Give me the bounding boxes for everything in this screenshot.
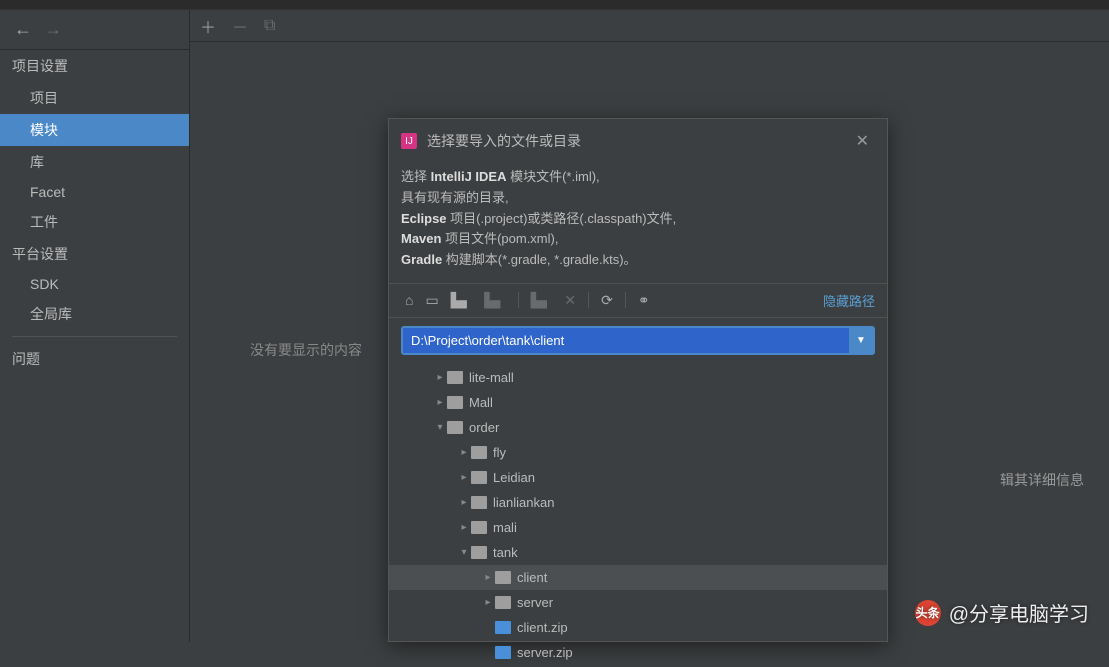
tree-label: mali [493,520,517,535]
sidebar-section-problems[interactable]: 问题 [0,343,189,375]
sidebar-item[interactable]: 模块 [0,114,189,146]
tree-row[interactable]: ▸ lianliankan [389,490,887,515]
folder-icon [471,446,487,459]
chevron-right-icon[interactable]: ▸ [457,472,471,483]
tree-row[interactable]: ▾ tank [389,540,887,565]
sidebar-item[interactable]: SDK [0,270,189,298]
sidebar-item[interactable]: 工件 [0,206,189,238]
home-icon[interactable]: ⌂ [401,290,417,310]
divider [12,336,177,337]
chevron-down-icon[interactable]: ▾ [433,422,447,433]
chevron-right-icon[interactable]: ▸ [433,397,447,408]
chevron-right-icon[interactable]: ▸ [481,572,495,583]
refresh-icon[interactable]: ⟳ [597,290,617,311]
folder-icon[interactable]: ▙▖ [447,290,477,311]
sidebar-item[interactable]: 项目 [0,82,189,114]
dialog-title: 选择要导入的文件或目录 [427,131,840,151]
tree-row[interactable]: ▸ Leidian [389,465,887,490]
empty-content-label: 没有要显示的内容 [250,340,362,360]
copy-icon[interactable]: ⧉ [264,17,275,35]
watermark: 头条 @分享电脑学习 [915,598,1089,627]
folder-icon [471,496,487,509]
detail-hint-label: 辑其详细信息 [1000,470,1084,490]
chevron-right-icon[interactable]: ▸ [457,497,471,508]
forward-arrow-icon[interactable]: → [38,15,68,44]
tree-label: order [469,420,499,435]
add-icon[interactable]: ＋ [200,14,216,38]
file-tree[interactable]: ▸ lite-mall ▸ Mall ▾ order ▸ fly ▸ Leidian ▸ lianli… [389,363,887,667]
tree-row[interactable]: server.zip [389,640,887,665]
import-dialog: IJ 选择要导入的文件或目录 ✕ 选择 IntelliJ IDEA 模块文件(*… [388,118,888,642]
tree-label: lianliankan [493,495,554,510]
tree-label: tank [493,545,518,560]
tree-label: Mall [469,395,493,410]
file-toolbar: ⌂ ▭ ▙▖ ▙▖ ▙▖ ✕ ⟳ ⚭ 隐藏路径 [389,283,887,318]
tree-row[interactable]: ▸ mali [389,515,887,540]
sidebar-section-project: 项目设置 [0,50,189,82]
folder-icon [471,521,487,534]
tree-row[interactable]: ▸ fly [389,440,887,465]
tree-label: lite-mall [469,370,514,385]
folder-icon [447,421,463,434]
close-icon[interactable]: ✕ [850,129,875,153]
folder-icon [471,471,487,484]
chevron-right-icon[interactable]: ▸ [457,447,471,458]
settings-sidebar: ← → 项目设置 项目模块库Facet工件 平台设置 SDK全局库 问题 [0,10,190,642]
tree-row[interactable]: client.zip [389,615,887,640]
tree-label: Leidian [493,470,535,485]
dialog-description: 选择 IntelliJ IDEA 模块文件(*.iml), 具有现有源的目录, … [389,163,887,283]
folder-icon [447,371,463,384]
sidebar-item[interactable]: 全局库 [0,298,189,330]
remove-icon[interactable]: － [232,14,248,38]
idea-icon: IJ [401,133,417,149]
tree-row[interactable]: ▸ server [389,590,887,615]
chevron-down-icon[interactable]: ▾ [457,547,471,558]
sidebar-item[interactable]: Facet [0,178,189,206]
tree-row[interactable]: ▸ Mall [389,390,887,415]
chevron-right-icon[interactable]: ▸ [481,597,495,608]
dropdown-icon[interactable]: ▼ [849,328,873,353]
sidebar-section-platform: 平台设置 [0,238,189,270]
tree-label: client.zip [517,620,568,635]
link-icon[interactable]: ⚭ [634,290,654,311]
path-input-wrapper: ▼ [401,326,875,355]
delete-icon[interactable]: ✕ [560,290,580,311]
chevron-right-icon[interactable]: ▸ [457,522,471,533]
watermark-text: @分享电脑学习 [949,598,1089,627]
sidebar-item[interactable]: 库 [0,146,189,178]
folder-icon [495,596,511,609]
archive-icon [495,646,511,659]
tree-row[interactable]: ▸ lite-mall [389,365,887,390]
hide-path-link[interactable]: 隐藏路径 [823,291,875,310]
tree-label: server [517,595,553,610]
desktop-icon[interactable]: ▭ [421,290,442,311]
folder2-icon[interactable]: ▙▖ [527,290,557,311]
toutiao-logo-icon: 头条 [915,600,941,626]
archive-icon [495,621,511,634]
path-input[interactable] [403,328,849,353]
tree-row[interactable]: ▸ client [389,565,887,590]
chevron-right-icon[interactable]: ▸ [433,372,447,383]
folder-icon [471,546,487,559]
new-folder-icon[interactable]: ▙▖ [480,290,510,311]
tree-label: fly [493,445,506,460]
module-toolbar: ＋ － ⧉ [190,10,1109,42]
tree-label: server.zip [517,645,573,660]
folder-icon [447,396,463,409]
tree-label: client [517,570,547,585]
tree-row[interactable]: ▾ order [389,415,887,440]
back-arrow-icon[interactable]: ← [8,15,38,44]
folder-icon [495,571,511,584]
